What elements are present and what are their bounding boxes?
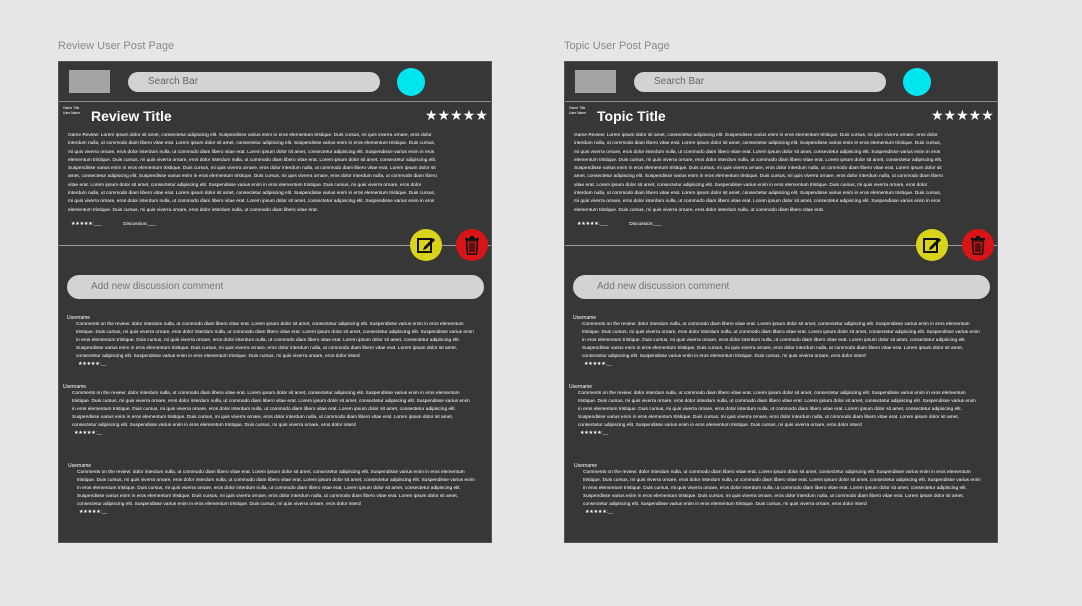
delete-button[interactable]: [962, 229, 994, 261]
comment-item: Username Comments on the review: dolor i…: [68, 463, 477, 515]
comment-rating[interactable]: ★★★★★:__: [584, 362, 982, 367]
post-rating-count: ★★★★★:___: [71, 222, 102, 227]
add-comment-input[interactable]: [573, 275, 990, 299]
post-title: Review Title: [91, 108, 172, 124]
comment-text: Comments on the review: dolor interdum n…: [582, 322, 980, 359]
post-discussion-count: Discussion:___: [629, 222, 662, 227]
post-body: Game Review: Lorem ipsum dolor sit amet,…: [574, 133, 943, 213]
comment-rating[interactable]: ★★★★★:__: [580, 431, 978, 436]
comment-text: Comments on the review: dolor interdum n…: [583, 470, 981, 507]
add-comment-input[interactable]: [67, 275, 484, 299]
trash-icon: [971, 236, 985, 255]
profile-avatar[interactable]: [903, 68, 931, 96]
user-name-label: User Name: [63, 110, 81, 115]
comment-item: Username Comments on the review: dolor i…: [67, 315, 476, 367]
frame-label-review: Review User Post Page: [58, 40, 175, 52]
post-meta: Game Title User Name: [569, 106, 586, 115]
comment-text: Comments on the review: dolor interdum n…: [578, 391, 976, 428]
edit-button[interactable]: [410, 229, 442, 261]
comment-text: Comments on the review: dolor interdum n…: [72, 391, 470, 428]
comment-item: Username Comments on the review: dolor i…: [573, 315, 982, 367]
game-title-label: Game Title: [569, 106, 586, 110]
logo[interactable]: [575, 70, 616, 93]
comment-rating[interactable]: ★★★★★:__: [78, 362, 476, 367]
comment-item: Username Comments on the review: dolor i…: [63, 384, 472, 436]
header: Search Bar: [59, 62, 491, 102]
post-footer: ★★★★★:___ Discussion:___: [71, 222, 176, 227]
game-title-label: Game Title: [63, 106, 80, 110]
profile-avatar[interactable]: [397, 68, 425, 96]
frame-label-topic: Topic User Post Page: [564, 40, 670, 52]
post-title: Topic Title: [597, 108, 666, 124]
logo[interactable]: [69, 70, 110, 93]
post-rating-stars[interactable]: ★★★★★: [931, 107, 994, 124]
post-discussion-count: Discussion:___: [123, 222, 156, 227]
edit-icon: [417, 238, 435, 253]
post-body: Game Review: Lorem ipsum dolor sit amet,…: [68, 133, 437, 213]
search-bar[interactable]: Search Bar: [634, 72, 886, 92]
post-rating-stars[interactable]: ★★★★★: [425, 107, 488, 124]
comment-text: Comments on the review: dolor interdum n…: [77, 470, 475, 507]
user-name-label: User Name: [569, 110, 587, 115]
edit-button[interactable]: [916, 229, 948, 261]
comment-text: Comments on the review: dolor interdum n…: [76, 322, 474, 359]
post-footer: ★★★★★:___ Discussion:___: [577, 222, 682, 227]
search-bar[interactable]: Search Bar: [128, 72, 380, 92]
delete-button[interactable]: [456, 229, 488, 261]
comment-rating[interactable]: ★★★★★:__: [585, 510, 983, 515]
edit-icon: [923, 238, 941, 253]
post-meta: Game Title User Name: [63, 106, 80, 115]
topic-post-page: Search Bar Game Title User Name Topic Ti…: [564, 61, 998, 543]
comment-rating[interactable]: ★★★★★:__: [74, 431, 472, 436]
trash-icon: [465, 236, 479, 255]
post-rating-count: ★★★★★:___: [577, 222, 608, 227]
comment-item: Username Comments on the review: dolor i…: [574, 463, 983, 515]
comment-item: Username Comments on the review: dolor i…: [569, 384, 978, 436]
header: Search Bar: [565, 62, 997, 102]
review-post-page: Search Bar Game Title User Name Review T…: [58, 61, 492, 543]
comment-rating[interactable]: ★★★★★:__: [79, 510, 477, 515]
